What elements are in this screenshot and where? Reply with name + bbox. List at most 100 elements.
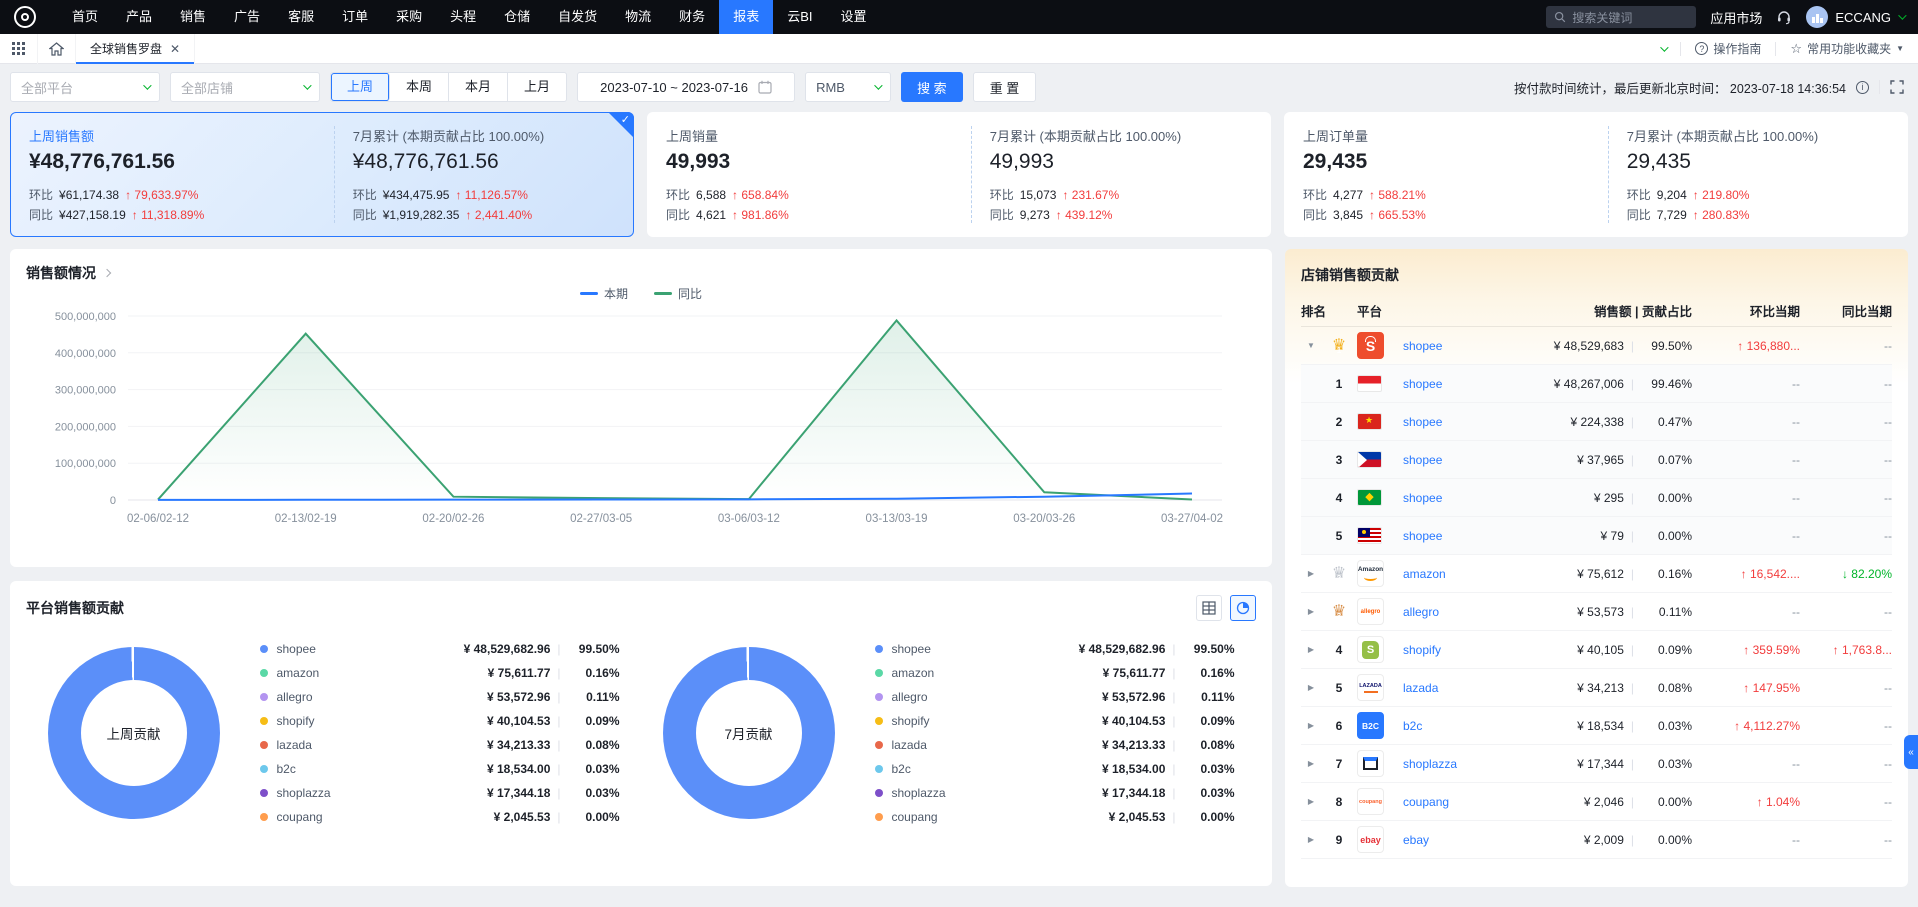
period-button-上月[interactable]: 上月 <box>508 73 566 101</box>
table-row[interactable]: 5 shopee ¥ 79 0.00% -- -- <box>1301 517 1892 555</box>
table-row[interactable]: ▼ 1 S shopee ¥ 48,529,683 99.50% ↑ 136,8… <box>1301 327 1892 365</box>
platform-link[interactable]: b2c <box>1403 719 1516 733</box>
nav-item-订单[interactable]: 订单 <box>328 0 382 34</box>
nav-item-首页[interactable]: 首页 <box>58 0 112 34</box>
search-input[interactable]: 搜索关键词 <box>1546 6 1696 28</box>
chevron-right-icon[interactable] <box>103 269 111 277</box>
table-row[interactable]: ▶ 2 Amazon amazon ¥ 75,612 0.16% ↑ 16,54… <box>1301 555 1892 593</box>
platform-link[interactable]: shopee <box>1403 377 1516 391</box>
home-icon[interactable] <box>38 34 76 64</box>
date-range-picker[interactable]: 2023-07-10 ~ 2023-07-16 <box>577 72 795 102</box>
guide-link[interactable]: ? 操作指南 <box>1695 40 1761 57</box>
legend-item[interactable]: coupang ¥ 2,045.53 | 0.00% <box>260 805 620 829</box>
currency-select[interactable]: RMB <box>805 72 891 102</box>
nav-item-自发货[interactable]: 自发货 <box>544 0 611 34</box>
kpi-card[interactable]: 上周订单量 29,435 环比4,277↑ 588.21% 同比3,845↑ 6… <box>1284 112 1908 237</box>
legend-item[interactable]: shopee ¥ 48,529,682.96 | 99.50% <box>260 637 620 661</box>
info-icon[interactable]: i <box>1856 81 1869 94</box>
apps-grid-icon[interactable] <box>0 34 38 64</box>
table-row[interactable]: ▶ 6 B2C b2c ¥ 18,534 0.03% ↑ 4,112.27% -… <box>1301 707 1892 745</box>
legend-item[interactable]: lazada ¥ 34,213.33 | 0.08% <box>875 733 1235 757</box>
nav-item-采购[interactable]: 采购 <box>382 0 436 34</box>
legend-item[interactable]: shoplazza ¥ 17,344.18 | 0.03% <box>875 781 1235 805</box>
nav-item-财务[interactable]: 财务 <box>665 0 719 34</box>
nav-item-客服[interactable]: 客服 <box>274 0 328 34</box>
platform-link[interactable]: coupang <box>1403 795 1516 809</box>
table-row[interactable]: 1 shopee ¥ 48,267,006 99.46% -- -- <box>1301 365 1892 403</box>
legend-item[interactable]: amazon ¥ 75,611.77 | 0.16% <box>875 661 1235 685</box>
legend-item[interactable]: allegro ¥ 53,572.96 | 0.11% <box>875 685 1235 709</box>
platform-link[interactable]: lazada <box>1403 681 1516 695</box>
pie-view-button[interactable] <box>1230 595 1256 621</box>
table-row[interactable]: ▶ 3 allegro allegro ¥ 53,573 0.11% -- -- <box>1301 593 1892 631</box>
table-row[interactable]: ▶ 8 coupang coupang ¥ 2,046 0.00% ↑ 1.04… <box>1301 783 1892 821</box>
expand-icon[interactable]: ▶ <box>1301 759 1321 768</box>
nav-item-设置[interactable]: 设置 <box>827 0 881 34</box>
expand-icon[interactable]: ▶ <box>1301 569 1321 578</box>
table-row[interactable]: 2 shopee ¥ 224,338 0.47% -- -- <box>1301 403 1892 441</box>
headset-icon[interactable] <box>1776 9 1792 25</box>
close-icon[interactable]: ✕ <box>170 42 180 56</box>
line-chart[interactable]: 500,000,000400,000,000300,000,000200,000… <box>26 302 1248 544</box>
nav-item-产品[interactable]: 产品 <box>112 0 166 34</box>
legend-item[interactable]: lazada ¥ 34,213.33 | 0.08% <box>260 733 620 757</box>
platform-link[interactable]: shopify <box>1403 643 1516 657</box>
chart-legend-本期[interactable]: 本期 <box>580 285 628 302</box>
donut-chart[interactable]: 7月贡献 <box>663 647 835 819</box>
kpi-card[interactable]: 上周销量 49,993 环比6,588↑ 658.84% 同比4,621↑ 98… <box>647 112 1271 237</box>
expand-icon[interactable]: ▼ <box>1301 341 1321 350</box>
platform-link[interactable]: shopee <box>1403 339 1516 353</box>
legend-item[interactable]: shopify ¥ 40,104.53 | 0.09% <box>260 709 620 733</box>
store-select[interactable]: 全部店铺 <box>170 72 320 102</box>
expand-icon[interactable]: ▶ <box>1301 683 1321 692</box>
expand-icon[interactable]: ▶ <box>1301 797 1321 806</box>
platform-link[interactable]: shopee <box>1403 491 1516 505</box>
expand-icon[interactable]: ▶ <box>1301 721 1321 730</box>
legend-item[interactable]: coupang ¥ 2,045.53 | 0.00% <box>875 805 1235 829</box>
legend-item[interactable]: b2c ¥ 18,534.00 | 0.03% <box>260 757 620 781</box>
chevron-down-icon[interactable] <box>1661 43 1669 51</box>
search-button[interactable]: 搜 索 <box>901 72 963 102</box>
platform-link[interactable]: shopee <box>1403 453 1516 467</box>
tab-global-sales-compass[interactable]: 全球销售罗盘 ✕ <box>76 34 195 64</box>
table-row[interactable]: ▶ 5 LAZADA lazada ¥ 34,213 0.08% ↑ 147.9… <box>1301 669 1892 707</box>
nav-item-报表[interactable]: 报表 <box>719 0 773 34</box>
donut-chart[interactable]: 上周贡献 <box>48 647 220 819</box>
nav-item-物流[interactable]: 物流 <box>611 0 665 34</box>
nav-item-广告[interactable]: 广告 <box>220 0 274 34</box>
account-menu[interactable]: ECCANG <box>1806 6 1904 28</box>
expand-icon[interactable]: ▶ <box>1301 645 1321 654</box>
nav-item-销售[interactable]: 销售 <box>166 0 220 34</box>
app-market-link[interactable]: 应用市场 <box>1710 8 1762 27</box>
platform-link[interactable]: amazon <box>1403 567 1516 581</box>
legend-item[interactable]: allegro ¥ 53,572.96 | 0.11% <box>260 685 620 709</box>
legend-item[interactable]: shoplazza ¥ 17,344.18 | 0.03% <box>260 781 620 805</box>
table-view-button[interactable] <box>1196 595 1222 621</box>
table-row[interactable]: 4 shopee ¥ 295 0.00% -- -- <box>1301 479 1892 517</box>
period-button-本月[interactable]: 本月 <box>449 73 508 101</box>
collapse-toggle[interactable]: « <box>1904 735 1918 769</box>
nav-item-头程[interactable]: 头程 <box>436 0 490 34</box>
fullscreen-icon[interactable] <box>1890 80 1904 94</box>
chart-legend-同比[interactable]: 同比 <box>654 285 702 302</box>
legend-item[interactable]: shopee ¥ 48,529,682.96 | 99.50% <box>875 637 1235 661</box>
app-logo-icon[interactable] <box>14 6 36 28</box>
expand-icon[interactable]: ▶ <box>1301 607 1321 616</box>
table-row[interactable]: ▶ 7 shoplazza ¥ 17,344 0.03% -- -- <box>1301 745 1892 783</box>
nav-item-仓储[interactable]: 仓储 <box>490 0 544 34</box>
platform-link[interactable]: shopee <box>1403 415 1516 429</box>
platform-link[interactable]: shopee <box>1403 529 1516 543</box>
platform-link[interactable]: ebay <box>1403 833 1516 847</box>
legend-item[interactable]: amazon ¥ 75,611.77 | 0.16% <box>260 661 620 685</box>
table-row[interactable]: ▶ 9 ebay ebay ¥ 2,009 0.00% -- -- <box>1301 821 1892 859</box>
reset-button[interactable]: 重 置 <box>973 72 1037 102</box>
platform-select[interactable]: 全部平台 <box>10 72 160 102</box>
platform-link[interactable]: shoplazza <box>1403 757 1516 771</box>
favorites-menu[interactable]: ☆ 常用功能收藏夹 ▼ <box>1790 40 1904 57</box>
nav-item-云BI[interactable]: 云BI <box>773 0 826 34</box>
period-button-上周[interactable]: 上周 <box>331 73 390 101</box>
expand-icon[interactable]: ▶ <box>1301 835 1321 844</box>
kpi-card[interactable]: 上周销售额 ¥48,776,761.56 环比¥61,174.38↑ 79,63… <box>10 112 634 237</box>
platform-link[interactable]: allegro <box>1403 605 1516 619</box>
legend-item[interactable]: shopify ¥ 40,104.53 | 0.09% <box>875 709 1235 733</box>
